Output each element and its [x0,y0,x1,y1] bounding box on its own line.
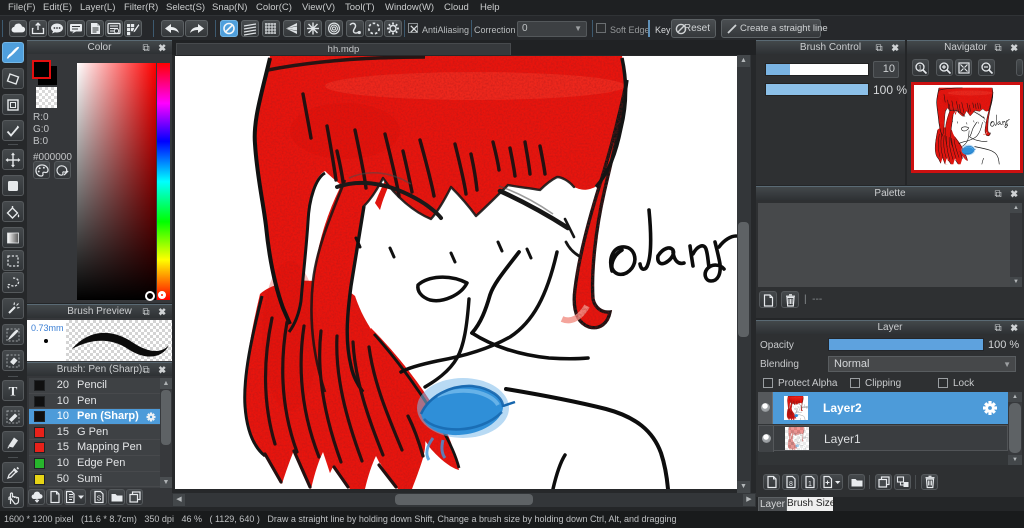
svg-text:T: T [9,384,18,397]
svg-text:1: 1 [808,481,812,488]
svg-text:8: 8 [789,481,793,488]
svg-text:1: 1 [918,64,922,71]
svg-text:S: S [96,496,101,503]
